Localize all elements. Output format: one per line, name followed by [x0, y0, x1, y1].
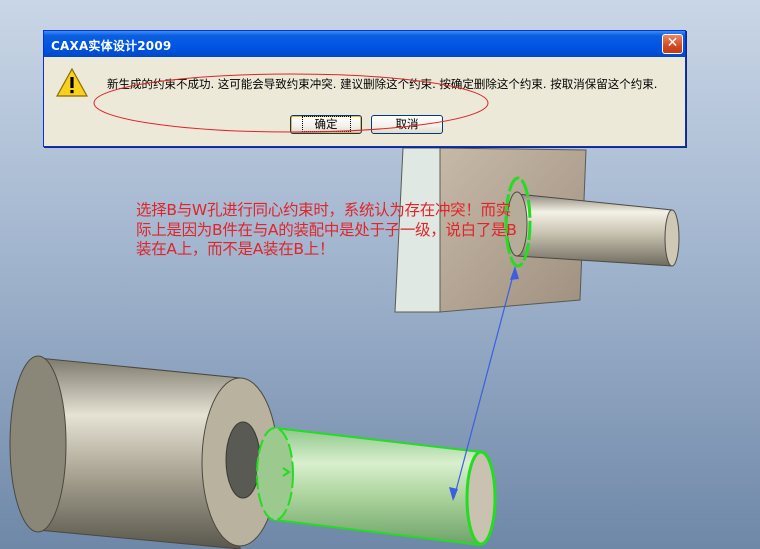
selected-shaft-part-b[interactable] — [256, 426, 497, 547]
warning-icon — [56, 67, 88, 97]
explanation-annotation: 选择B与W孔进行同心约束时，系统认为存在冲突！而实际上是因为B件在与A的装配中是… — [136, 201, 517, 258]
close-icon: ✕ — [666, 35, 679, 51]
dialog-title-bar[interactable]: CAXA实体设计2009 ✕ — [44, 31, 685, 57]
lower-cylinder-part-a[interactable] — [9, 355, 279, 549]
dialog-title: CAXA实体设计2009 — [51, 39, 172, 53]
dialog-message: 新生成的约束不成功. 这可能会导致约束冲突. 建议删除这个约束. 按确定删除这个… — [107, 77, 658, 91]
upper-shaft-part[interactable] — [506, 191, 680, 267]
ok-button[interactable]: 确定 — [290, 115, 362, 134]
cancel-button[interactable]: 取消 — [371, 115, 443, 134]
ok-button-label: 确定 — [301, 116, 351, 132]
constraint-warning-dialog: CAXA实体设计2009 ✕ 新生成的约束不成功. 这可能会导致约束冲突. 建议… — [43, 30, 686, 147]
close-button[interactable]: ✕ — [662, 34, 683, 54]
